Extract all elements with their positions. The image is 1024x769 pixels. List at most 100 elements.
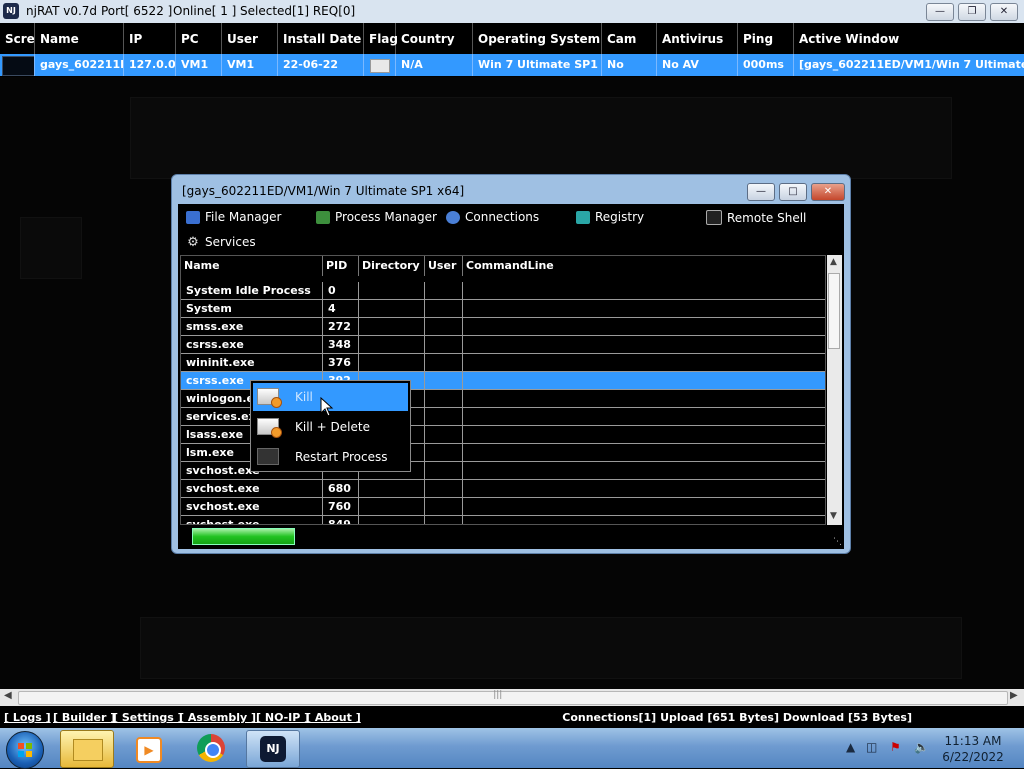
menu-process-manager[interactable]: Process Manager: [316, 210, 437, 224]
process-row[interactable]: System Idle Process 0: [181, 282, 825, 300]
menu-connections[interactable]: Connections: [446, 210, 539, 224]
minimize-button[interactable]: —: [926, 3, 954, 21]
njrat-taskbar-button[interactable]: NJ: [246, 730, 300, 768]
terminal-icon: [706, 210, 722, 225]
col-proc-name[interactable]: Name: [181, 256, 323, 276]
col-ping[interactable]: Ping: [738, 23, 794, 54]
console-icon: [257, 448, 279, 465]
scroll-up-icon[interactable]: ▲: [830, 257, 837, 267]
process-pid: 849: [323, 516, 359, 524]
pm-minimize-button[interactable]: —: [747, 183, 775, 201]
settings-link[interactable]: [ Settings ]: [113, 711, 183, 724]
process-cell: [425, 498, 463, 515]
pm-window-title: [gays_602211ED/VM1/Win 7 Ultimate SP1 x6…: [182, 184, 465, 198]
col-user[interactable]: User: [222, 23, 278, 54]
process-list-scrollbar[interactable]: ▲ ▼: [827, 255, 842, 525]
kill-delete-menu-item[interactable]: Kill + Delete: [253, 413, 408, 441]
clock[interactable]: 11:13 AM 6/22/2022: [938, 733, 1008, 765]
process-cell: [425, 300, 463, 317]
col-os[interactable]: Operating System: [473, 23, 602, 54]
media-player-taskbar-button[interactable]: ▶: [122, 730, 174, 766]
process-row[interactable]: svchost.exe 760: [181, 498, 825, 516]
process-row[interactable]: svchost.exe 849: [181, 516, 825, 524]
client-ip: 127.0.0.1: [124, 54, 176, 76]
taskbar: ▶ NJ ▲ ◫ ⚑ 🔈 11:13 AM 6/22/2022: [0, 728, 1024, 769]
col-active-window[interactable]: Active Window: [794, 23, 1024, 54]
client-antivirus: No AV: [657, 54, 738, 76]
menu-services[interactable]: ⚙ Services: [186, 234, 255, 250]
pm-maximize-button[interactable]: □: [779, 183, 807, 201]
col-country[interactable]: Country: [396, 23, 473, 54]
col-proc-commandline[interactable]: CommandLine: [463, 256, 825, 276]
process-name: csrss.exe: [181, 336, 323, 353]
process-icon: [316, 210, 330, 224]
explorer-taskbar-button[interactable]: [60, 730, 114, 768]
process-row[interactable]: System 4: [181, 300, 825, 318]
gear-icon: ⚙: [187, 234, 199, 250]
restart-process-menu-item[interactable]: Restart Process: [253, 443, 408, 471]
main-title-bar: NJ njRAT v0.7d Port[ 6522 ] Online[ 1 ] …: [0, 0, 1024, 23]
assembly-link[interactable]: [ Assembly ]: [179, 711, 256, 724]
menu-file-manager[interactable]: File Manager: [186, 210, 282, 224]
process-row[interactable]: smss.exe 272: [181, 318, 825, 336]
process-cell: [463, 426, 825, 443]
process-cell: [425, 372, 463, 389]
col-flag[interactable]: Flag: [364, 23, 398, 54]
process-cell: [425, 516, 463, 524]
background-ghost: [20, 217, 82, 279]
tray-expand-icon[interactable]: ▲: [846, 740, 855, 754]
process-row[interactable]: wininit.exe 376: [181, 354, 825, 372]
process-pid: 680: [323, 480, 359, 497]
col-screen[interactable]: Screen: [0, 23, 35, 54]
chrome-taskbar-button[interactable]: [186, 730, 238, 766]
menu-remote-shell[interactable]: Remote Shell: [706, 210, 806, 225]
scroll-right-icon[interactable]: ▶: [1010, 690, 1018, 701]
volume-icon[interactable]: 🔈: [914, 740, 929, 754]
client-user: VM1: [222, 54, 278, 76]
pm-close-button[interactable]: ✕: [811, 183, 845, 201]
process-cell: [359, 282, 425, 299]
about-link[interactable]: [ About ]: [306, 711, 361, 724]
clients-grid-header: Screen Name IP PC User Install Date Flag…: [0, 23, 1024, 54]
media-player-icon: ▶: [136, 737, 162, 763]
start-button[interactable]: [6, 731, 44, 769]
close-button[interactable]: ✕: [990, 3, 1018, 21]
col-install-date[interactable]: Install Date: [278, 23, 364, 54]
col-proc-pid[interactable]: PID: [323, 256, 359, 276]
noip-link[interactable]: [ NO-IP ]: [256, 711, 309, 724]
network-icon[interactable]: ◫: [866, 740, 877, 754]
col-proc-directory[interactable]: Directory: [359, 256, 425, 276]
process-cell: [425, 354, 463, 371]
process-name: svchost.exe: [181, 516, 323, 524]
vscroll-thumb[interactable]: [828, 273, 840, 349]
builder-link[interactable]: [ Builder ]: [53, 711, 115, 724]
logs-link[interactable]: [ Logs ]: [4, 711, 51, 724]
process-cell: [463, 282, 825, 299]
process-cell: [463, 390, 825, 407]
process-pid: 348: [323, 336, 359, 353]
scrollbar-thumb[interactable]: |||: [18, 690, 1008, 705]
menu-registry[interactable]: Registry: [576, 210, 644, 224]
horizontal-scrollbar[interactable]: ◀ ||| ▶: [0, 689, 1024, 706]
col-antivirus[interactable]: Antivirus: [657, 23, 738, 54]
scroll-left-icon[interactable]: ◀: [4, 690, 12, 701]
process-row[interactable]: svchost.exe 680: [181, 480, 825, 498]
app-title: njRAT v0.7d: [26, 4, 98, 18]
col-ip[interactable]: IP: [124, 23, 176, 54]
process-context-menu: Kill Kill + Delete Restart Process: [250, 380, 411, 472]
folder-globe-icon: [186, 210, 200, 224]
col-cam[interactable]: Cam: [602, 23, 657, 54]
col-proc-user[interactable]: User: [425, 256, 463, 276]
process-cell: [425, 408, 463, 425]
process-cell: [359, 318, 425, 335]
scroll-down-icon[interactable]: ▼: [830, 511, 837, 521]
client-row[interactable]: gays_602211ED 127.0.0.1 VM1 VM1 22-06-22…: [0, 54, 1024, 76]
process-row[interactable]: csrss.exe 348: [181, 336, 825, 354]
process-cell: [425, 444, 463, 461]
mouse-cursor-icon: [320, 397, 334, 417]
flag-warning-icon[interactable]: ⚑: [890, 740, 901, 754]
col-name[interactable]: Name: [35, 23, 124, 54]
maximize-button[interactable]: ❐: [958, 3, 986, 21]
col-pc[interactable]: PC: [176, 23, 222, 54]
resize-grip-icon[interactable]: ⋱: [833, 537, 842, 547]
